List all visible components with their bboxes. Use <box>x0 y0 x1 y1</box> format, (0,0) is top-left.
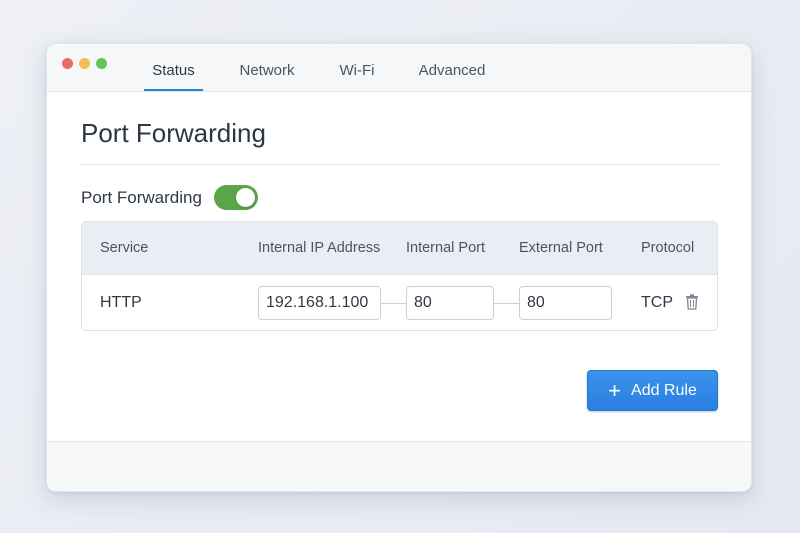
tab-network[interactable]: Network <box>231 44 303 92</box>
tab-advanced[interactable]: Advanced <box>413 44 491 92</box>
trash-icon[interactable] <box>685 294 699 310</box>
window-footer <box>47 442 751 491</box>
external-port-field[interactable] <box>519 286 612 320</box>
add-rule-button[interactable]: + Add Rule <box>587 370 718 411</box>
field-connector <box>381 303 406 304</box>
maximize-window-button[interactable] <box>96 58 107 69</box>
plus-icon: + <box>608 377 622 403</box>
field-connector <box>494 303 519 304</box>
column-header-internal-ip: Internal IP Address <box>258 240 381 256</box>
internal-port-field[interactable] <box>406 286 494 320</box>
service-cell: HTTP <box>100 294 142 311</box>
protocol-cell[interactable]: TCP <box>641 294 673 312</box>
toggle-knob <box>236 188 255 207</box>
column-header-internal-port: Internal Port <box>406 240 485 256</box>
port-forwarding-table: Service Internal IP Address Internal Por… <box>81 221 718 331</box>
close-window-button[interactable] <box>62 58 73 69</box>
add-rule-label: Add Rule <box>631 381 697 399</box>
column-header-external-port: External Port <box>519 240 603 256</box>
router-settings-window: Status Network Wi-Fi Advanced Port Forwa… <box>46 43 752 492</box>
column-header-protocol: Protocol <box>641 240 695 256</box>
table-header: Service Internal IP Address Internal Por… <box>82 222 717 275</box>
title-bar: Status Network Wi-Fi Advanced <box>47 44 751 92</box>
tab-status[interactable]: Status <box>144 44 203 92</box>
tab-wifi[interactable]: Wi-Fi <box>332 44 382 92</box>
minimize-window-button[interactable] <box>79 58 90 69</box>
active-tab-indicator <box>144 89 203 91</box>
column-header-service: Service <box>100 240 149 256</box>
page-title: Port Forwarding <box>81 118 266 148</box>
port-forwarding-toggle-label: Port Forwarding <box>81 188 202 207</box>
port-forwarding-toggle[interactable] <box>214 185 258 210</box>
title-divider <box>81 164 719 165</box>
internal-ip-field[interactable] <box>258 286 381 320</box>
